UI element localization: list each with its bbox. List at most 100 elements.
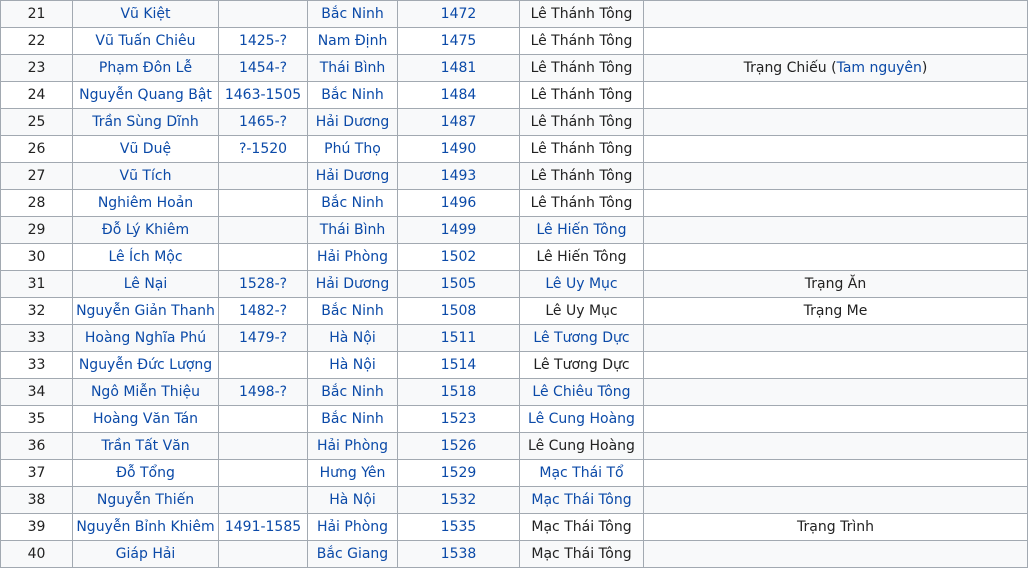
exam-year-link[interactable]: 1538 [397,540,520,568]
table-row: 38 Nguyễn Thiến Hà Nội 1532 Mạc Thái Tông [0,486,1028,514]
row-number: 22 [0,27,73,55]
king-name: Lê Hiến Tông [519,243,644,271]
province-link[interactable]: Bắc Ninh [307,297,398,325]
exam-year-link[interactable]: 1514 [397,351,520,379]
province-link[interactable]: Hà Nội [307,324,398,352]
person-name-link[interactable]: Hoàng Nghĩa Phú [72,324,219,352]
province-link[interactable]: Bắc Ninh [307,405,398,433]
province-link[interactable]: Bắc Ninh [307,0,398,28]
province-link[interactable]: Bắc Ninh [307,378,398,406]
lifespan [218,540,308,568]
king-name: Mạc Thái Tông [519,513,644,541]
person-name-link[interactable]: Trần Sùng Dĩnh [72,108,219,136]
province-link[interactable]: Bắc Ninh [307,189,398,217]
king-link[interactable]: Mạc Thái Tông [519,486,644,514]
province-link[interactable]: Hải Phòng [307,513,398,541]
province-link[interactable]: Hà Nội [307,351,398,379]
king-name: Mạc Thái Tông [519,540,644,568]
province-link[interactable]: Hải Dương [307,270,398,298]
person-name-link[interactable]: Nguyễn Thiến [72,486,219,514]
king-link[interactable]: Lê Cung Hoàng [519,405,644,433]
lifespan: 1482-? [218,297,308,325]
person-name-link[interactable]: Lê Nại [72,270,219,298]
row-number: 23 [0,54,73,82]
exam-year-link[interactable]: 1502 [397,243,520,271]
king-link[interactable]: Lê Uy Mục [519,270,644,298]
exam-year-link[interactable]: 1499 [397,216,520,244]
lifespan [218,351,308,379]
lifespan: 1465-? [218,108,308,136]
exam-year-link[interactable]: 1487 [397,108,520,136]
exam-year-link[interactable]: 1511 [397,324,520,352]
person-name-link[interactable]: Vũ Duệ [72,135,219,163]
king-name: Lê Cung Hoàng [519,432,644,460]
king-link[interactable]: Lê Chiêu Tông [519,378,644,406]
note-link[interactable]: Tam nguyên [837,60,922,76]
exam-year-link[interactable]: 1472 [397,0,520,28]
exam-year-link[interactable]: 1523 [397,405,520,433]
exam-year-link[interactable]: 1535 [397,513,520,541]
lifespan [218,216,308,244]
lifespan [218,432,308,460]
person-name-link[interactable]: Giáp Hải [72,540,219,568]
row-number: 25 [0,108,73,136]
exam-year-link[interactable]: 1505 [397,270,520,298]
king-name: Lê Tương Dực [519,351,644,379]
person-name-link[interactable]: Đỗ Lý Khiêm [72,216,219,244]
lifespan [218,459,308,487]
province-link[interactable]: Thái Bình [307,54,398,82]
province-link[interactable]: Hải Phòng [307,243,398,271]
exam-year-link[interactable]: 1481 [397,54,520,82]
person-name-link[interactable]: Nguyễn Giản Thanh [72,297,219,325]
row-number: 35 [0,405,73,433]
person-name-link[interactable]: Trần Tất Văn [72,432,219,460]
exam-year-link[interactable]: 1475 [397,27,520,55]
person-name-link[interactable]: Vũ Kiệt [72,0,219,28]
note-cell [643,243,1028,271]
province-link[interactable]: Hưng Yên [307,459,398,487]
king-link[interactable]: Mạc Thái Tổ [519,459,644,487]
king-name: Lê Thánh Tông [519,27,644,55]
exam-year-link[interactable]: 1518 [397,378,520,406]
table-row: 35 Hoàng Văn Tán Bắc Ninh 1523 Lê Cung Hoàng [0,405,1028,433]
row-number: 37 [0,459,73,487]
person-name-link[interactable]: Nghiêm Hoản [72,189,219,217]
king-name: Lê Uy Mục [519,297,644,325]
province-link[interactable]: Bắc Ninh [307,81,398,109]
province-link[interactable]: Hải Dương [307,162,398,190]
person-name-link[interactable]: Lê Ích Mộc [72,243,219,271]
province-link[interactable]: Bắc Giang [307,540,398,568]
province-link[interactable]: Thái Bình [307,216,398,244]
row-number: 39 [0,513,73,541]
province-link[interactable]: Hải Phòng [307,432,398,460]
person-name-link[interactable]: Nguyễn Đức Lượng [72,351,219,379]
person-name-link[interactable]: Đỗ Tổng [72,459,219,487]
note-cell: Trạng Me [643,297,1028,325]
exam-year-link[interactable]: 1529 [397,459,520,487]
person-name-link[interactable]: Vũ Tuấn Chiêu [72,27,219,55]
exam-year-link[interactable]: 1496 [397,189,520,217]
person-name-link[interactable]: Ngô Miễn Thiệu [72,378,219,406]
exam-year-link[interactable]: 1490 [397,135,520,163]
king-name: Lê Thánh Tông [519,54,644,82]
exam-year-link[interactable]: 1508 [397,297,520,325]
person-name-link[interactable]: Vũ Tích [72,162,219,190]
note-cell [643,0,1028,28]
row-number: 30 [0,243,73,271]
person-name-link[interactable]: Nguyễn Quang Bật [72,81,219,109]
person-name-link[interactable]: Nguyễn Bỉnh Khiêm [72,513,219,541]
exam-year-link[interactable]: 1493 [397,162,520,190]
province-link[interactable]: Nam Định [307,27,398,55]
province-link[interactable]: Hà Nội [307,486,398,514]
lifespan [218,0,308,28]
person-name-link[interactable]: Phạm Đôn Lễ [72,54,219,82]
king-link[interactable]: Lê Tương Dực [519,324,644,352]
exam-year-link[interactable]: 1526 [397,432,520,460]
exam-year-link[interactable]: 1532 [397,486,520,514]
exam-year-link[interactable]: 1484 [397,81,520,109]
province-link[interactable]: Hải Dương [307,108,398,136]
row-number: 24 [0,81,73,109]
province-link[interactable]: Phú Thọ [307,135,398,163]
king-link[interactable]: Lê Hiến Tông [519,216,644,244]
person-name-link[interactable]: Hoàng Văn Tán [72,405,219,433]
